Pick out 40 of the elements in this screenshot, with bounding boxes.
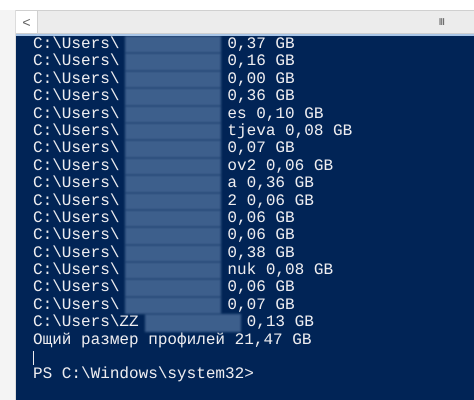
text-cursor <box>33 350 34 365</box>
console-line: Ощий размер профилей 21,47 GB <box>33 332 312 350</box>
console-line: 0,07 GB <box>227 296 295 314</box>
console-line: 0,06 GB <box>227 210 295 228</box>
console-line: C:\Users\ZZ <box>33 314 139 332</box>
console-prompt: PS C:\Windows\system32> <box>33 365 254 384</box>
scroll-grip[interactable]: III <box>438 14 444 30</box>
console-line: tjeva 0,08 GB <box>227 122 352 140</box>
horizontal-scrollbar[interactable]: < III <box>16 10 474 34</box>
console-line: C:\Users\ <box>33 53 120 71</box>
console-line: nuk 0,08 GB <box>227 262 334 280</box>
console-line: C:\Users\ <box>33 158 120 175</box>
console-line: C:\Users\ <box>33 279 120 297</box>
console-line: 0,16 GB <box>227 53 295 71</box>
console-line: C:\Users\ <box>33 210 120 227</box>
console-line: a 0,36 GB <box>227 175 314 193</box>
console-line: C:\Users\ <box>33 296 120 314</box>
console-line: C:\Users\ <box>33 244 120 262</box>
console-line: 0,00 GB <box>227 70 295 88</box>
console-line: es 0,10 GB <box>227 106 324 123</box>
console-line: 2 0,06 GB <box>227 192 314 210</box>
console-line: C:\Users\ <box>33 36 120 53</box>
console-line: C:\Users\ <box>33 227 120 245</box>
console-line: C:\Users\ <box>33 88 120 106</box>
console-line: C:\Users\ <box>33 175 120 193</box>
console-line: 0,38 GB <box>227 244 295 262</box>
console-line: 0,37 GB <box>227 36 295 54</box>
console-line: 0,07 GB <box>227 140 295 158</box>
console-line: C:\Users\ <box>33 106 120 123</box>
scroll-left-button[interactable]: < <box>16 11 38 33</box>
console-line: 0,36 GB <box>227 88 295 106</box>
console-line: C:\Users\ <box>33 122 120 140</box>
console-line: C:\Users\ <box>33 70 120 88</box>
console-line: C:\Users\ <box>33 140 120 158</box>
console-line: 0,06 GB <box>227 227 295 245</box>
console-line: 0,06 GB <box>227 279 295 297</box>
console-line: C:\Users\ <box>33 192 120 210</box>
console-line: ov2 0,06 GB <box>227 158 334 176</box>
console-line: C:\Users\ <box>33 262 120 280</box>
console-line: 0,13 GB <box>246 314 314 332</box>
